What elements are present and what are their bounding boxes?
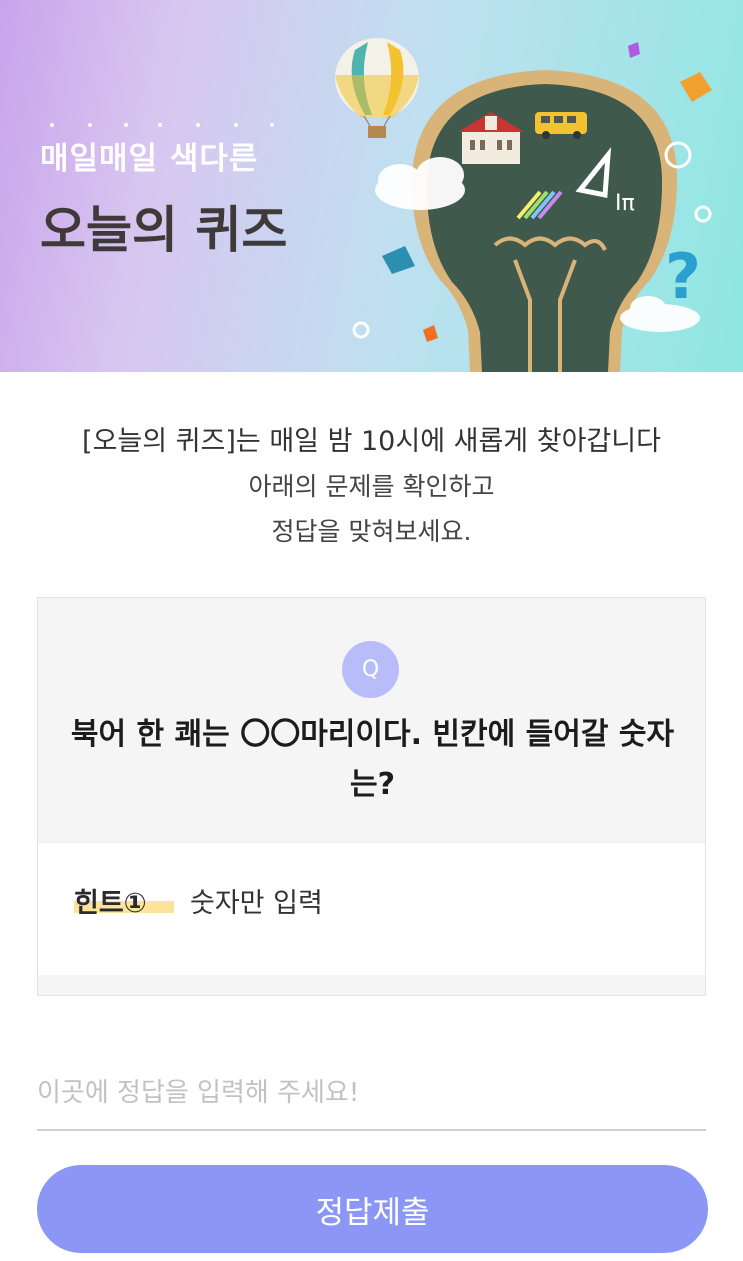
gem-icon — [423, 325, 438, 342]
cube-icon — [680, 72, 712, 102]
intro-line-3: 정답을 맞혀보세요. — [271, 517, 472, 546]
hint-row: 힌트① 숫자만 입력 — [38, 842, 705, 975]
intro-line-1: [오늘의 퀴즈]는 매일 밤 10시에 새롭게 찾아갑니다 — [82, 426, 661, 457]
block-icon — [382, 246, 415, 274]
question-badge: Q — [342, 641, 399, 698]
formula-icon: Iπ — [615, 191, 635, 216]
intro-line-2: 아래의 문제를 확인하고 — [248, 472, 495, 501]
hint-text: 숫자만 입력 — [190, 888, 323, 919]
submit-answer-button[interactable]: 정답제출 — [37, 1165, 708, 1253]
banner-illustration: Iπ ? — [335, 38, 712, 372]
question-text: 북어 한 쾌는 〇〇마리이다. 빈칸에 들어갈 숫자는? — [70, 717, 675, 802]
hot-air-balloon-icon — [335, 38, 419, 138]
question-mark-icon: ? — [665, 240, 701, 313]
ring-icon — [694, 205, 712, 223]
hint-label: 힌트① — [74, 881, 174, 920]
hint-label-text: 힌트① — [74, 888, 147, 919]
quiz-banner: 매일매일 색다른 오늘의 퀴즈 Iπ ? — [0, 0, 743, 372]
question-card: Q 북어 한 쾌는 〇〇마리이다. 빈칸에 들어갈 숫자는? 힌트① 숫자만 입… — [37, 597, 706, 996]
ring-icon — [352, 321, 370, 339]
gem-icon — [628, 42, 640, 58]
intro-text: [오늘의 퀴즈]는 매일 밤 10시에 새롭게 찾아갑니다 아래의 문제를 확인… — [0, 420, 743, 554]
answer-input[interactable] — [37, 1057, 706, 1131]
